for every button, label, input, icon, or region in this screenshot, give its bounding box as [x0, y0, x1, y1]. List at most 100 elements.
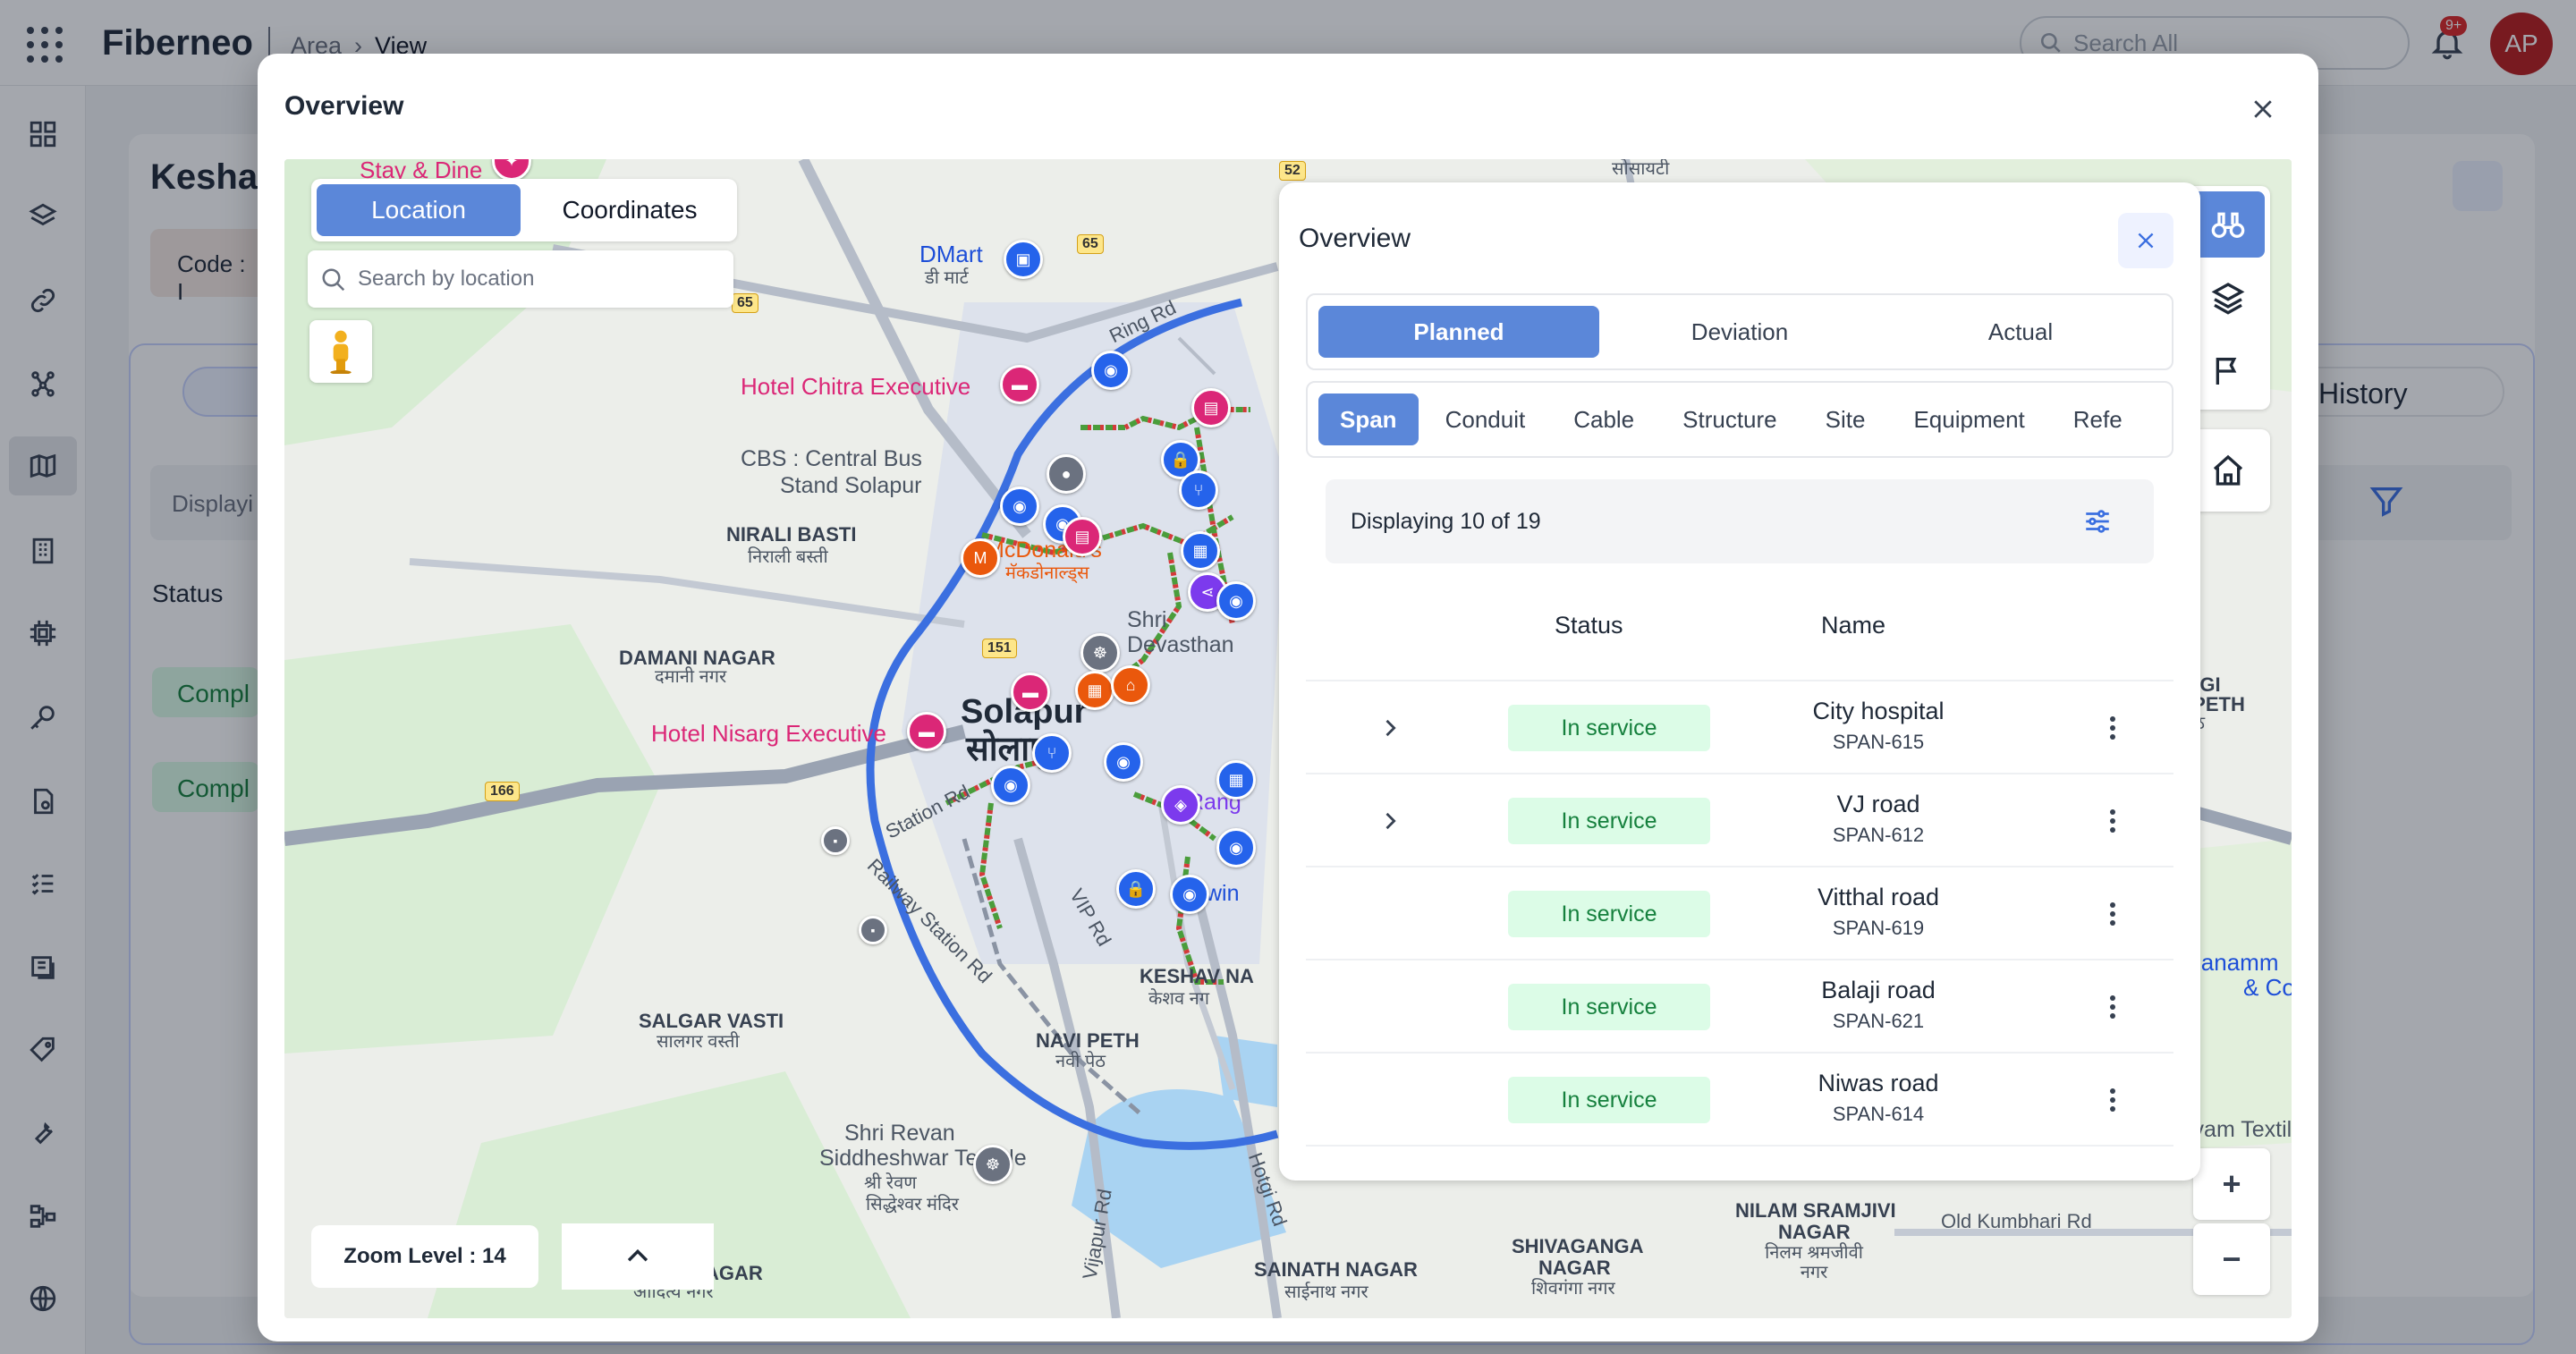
network-node-pin-icon[interactable]: ◉	[1216, 581, 1256, 621]
map-label-nirali-dev: निराली बस्ती	[748, 547, 828, 567]
tab-reference[interactable]: Refe	[2052, 394, 2144, 445]
table-row[interactable]: In service Balaji road SPAN-621	[1306, 959, 2174, 1052]
tab-conduit[interactable]: Conduit	[1424, 394, 1547, 445]
tab-site[interactable]: Site	[1804, 394, 1887, 445]
row-menu-button[interactable]	[2097, 898, 2129, 930]
network-site-pin-icon[interactable]: ▤	[1191, 388, 1231, 427]
span-name-cell: Niwas road SPAN-614	[1762, 1070, 1995, 1126]
status-badge: In service	[1508, 1077, 1710, 1123]
row-menu-button[interactable]	[2097, 991, 2129, 1023]
map-label-devasthan: Devasthan	[1127, 632, 1234, 657]
network-node-pin-icon[interactable]: ◉	[1170, 875, 1209, 914]
map-label-danamma-2: & Co	[2243, 974, 2292, 1001]
tab-planned[interactable]: Planned	[1318, 306, 1599, 358]
row-menu-button[interactable]	[2097, 1084, 2129, 1116]
more-vertical-icon	[2110, 902, 2115, 926]
temple-pin-icon[interactable]: ☸	[1080, 633, 1120, 673]
network-node-pin-icon[interactable]: ◉	[1216, 828, 1256, 867]
network-site-pin-icon[interactable]: ▤	[1063, 517, 1102, 556]
map-canvas[interactable]: Stay & Dine DMart डी मार्ट Hotel Chitra …	[284, 159, 2292, 1318]
map-label-salgar: SALGAR VASTI	[639, 1010, 784, 1032]
map-label-navi-peth-dev: नवी पेठ	[1055, 1052, 1106, 1071]
tab-actual[interactable]: Actual	[1880, 306, 2161, 358]
zoom-level-indicator: Zoom Level : 14	[311, 1225, 538, 1288]
bus-stop-pin-icon[interactable]: ▪	[859, 916, 887, 944]
map-label-siddheshwar-dev: सिद्धेश्वर मंदिर	[866, 1195, 959, 1214]
row-menu-button[interactable]	[2097, 712, 2129, 744]
hotel-pin-icon[interactable]: ▬	[907, 712, 946, 751]
restaurant-pin-icon[interactable]: M	[961, 538, 1000, 578]
map-label-twin: win	[1206, 881, 1240, 906]
chevron-right-icon[interactable]	[1377, 808, 1402, 834]
landmark-pin-icon[interactable]: ●	[1046, 454, 1086, 494]
hotel-pin-icon[interactable]: ▬	[1000, 365, 1039, 404]
street-view-pegman-icon[interactable]	[309, 320, 372, 383]
home-icon[interactable]	[2191, 437, 2265, 504]
splitter-pin-icon[interactable]: ⑂	[1032, 733, 1072, 773]
expand-panel-button[interactable]	[562, 1223, 714, 1290]
panel-close-button[interactable]	[2118, 213, 2174, 268]
chevron-right-icon[interactable]	[1377, 715, 1402, 740]
close-icon	[2138, 233, 2154, 249]
equipment-pin-icon[interactable]: ▦	[1181, 531, 1220, 571]
map-label-keshav-dev: केशव नग	[1148, 989, 1209, 1009]
sliders-icon[interactable]	[2082, 506, 2113, 537]
hotel-pin-icon[interactable]: ▬	[1011, 673, 1050, 712]
map-label-shivaganga-dev: शिवगंगा नगर	[1531, 1279, 1615, 1299]
layers-icon[interactable]	[2191, 265, 2265, 331]
map-search-mode-toggle: Location Coordinates	[311, 179, 737, 241]
zoom-out-button[interactable]: −	[2193, 1223, 2270, 1295]
equipment-pin-icon[interactable]: ▦	[1216, 760, 1256, 800]
row-menu-button[interactable]	[2097, 805, 2129, 837]
network-node-pin-icon[interactable]: ◉	[1104, 742, 1143, 782]
map-label-nilam-dev: निलम श्रमजीवी नगर	[1765, 1243, 1863, 1282]
map-label-damani: DAMANI NAGAR	[619, 647, 775, 669]
map-label-cbs: CBS : Central Bus	[741, 446, 922, 471]
shopping-pin-icon[interactable]: ◈	[1161, 785, 1200, 825]
network-node-pin-icon[interactable]: ◉	[1091, 351, 1131, 390]
map-label-hotel-nisarg: Hotel Nisarg Executive	[651, 720, 886, 747]
table-row[interactable]: In service VJ road SPAN-612	[1306, 773, 2174, 866]
modal-close-button[interactable]	[2243, 89, 2283, 129]
column-header-status: Status	[1555, 612, 1623, 639]
tab-cable[interactable]: Cable	[1552, 394, 1656, 445]
map-label-dmart-dev: डी मार्ट	[925, 268, 969, 288]
binoculars-icon[interactable]	[2191, 191, 2265, 258]
tab-structure[interactable]: Structure	[1661, 394, 1799, 445]
lock-pin-icon[interactable]: 🔒	[1116, 869, 1156, 909]
shopping-pin-icon[interactable]: ▣	[1004, 240, 1043, 279]
map-label-mcdonalds-dev: मॅकडोनाल्ड्स	[1005, 563, 1089, 583]
map-label-salgar-dev: सालगर वस्ती	[657, 1032, 740, 1052]
tab-coordinates[interactable]: Coordinates	[528, 184, 732, 236]
chevron-up-icon	[627, 1248, 648, 1262]
map-label-ivam: ivam Textil	[2188, 1117, 2292, 1142]
zoom-in-button[interactable]: +	[2193, 1148, 2270, 1220]
flag-icon[interactable]	[2191, 338, 2265, 404]
map-label-hotel-chitra: Hotel Chitra Executive	[741, 373, 971, 400]
span-name-cell: Vitthal road SPAN-619	[1762, 884, 1995, 940]
map-label-society-dev: सोसायटी	[1612, 159, 1670, 179]
map-label-keshav: KESHAV NA	[1140, 965, 1254, 987]
location-search-input[interactable]: Search by location	[308, 250, 733, 308]
tab-equipment[interactable]: Equipment	[1892, 394, 2046, 445]
equipment-pin-icon[interactable]: ▦	[1075, 671, 1114, 710]
bus-stop-pin-icon[interactable]: ▪	[821, 826, 850, 855]
tab-location[interactable]: Location	[317, 184, 521, 236]
route-shield-52: 52	[1279, 161, 1306, 181]
network-node-pin-icon[interactable]: ◉	[1000, 487, 1039, 526]
network-node-pin-icon[interactable]: ◉	[991, 766, 1030, 805]
splitter-pin-icon[interactable]: ⑂	[1179, 470, 1218, 510]
temple-pin-icon[interactable]: ☸	[973, 1145, 1013, 1184]
table-row[interactable]: In service Vitthal road SPAN-619	[1306, 866, 2174, 959]
table-row[interactable]: In service City hospital SPAN-615	[1306, 680, 2174, 773]
table-row[interactable]: In service Niwas road SPAN-614	[1306, 1052, 2174, 1145]
panel-title: Overview	[1299, 224, 1411, 253]
span-name: Balaji road	[1821, 977, 1936, 1003]
map-label-sainath-dev: साईनाथ नगर	[1284, 1282, 1368, 1302]
map-label-damani-dev: दमानी नगर	[655, 667, 727, 687]
building-pin-icon[interactable]: ⌂	[1111, 665, 1150, 705]
tab-deviation[interactable]: Deviation	[1599, 306, 1880, 358]
map-label-old-kumbhari: Old Kumbhari Rd	[1941, 1210, 2092, 1232]
tab-span[interactable]: Span	[1318, 394, 1419, 445]
results-count-label: Displaying 10 of 19	[1351, 508, 1541, 534]
